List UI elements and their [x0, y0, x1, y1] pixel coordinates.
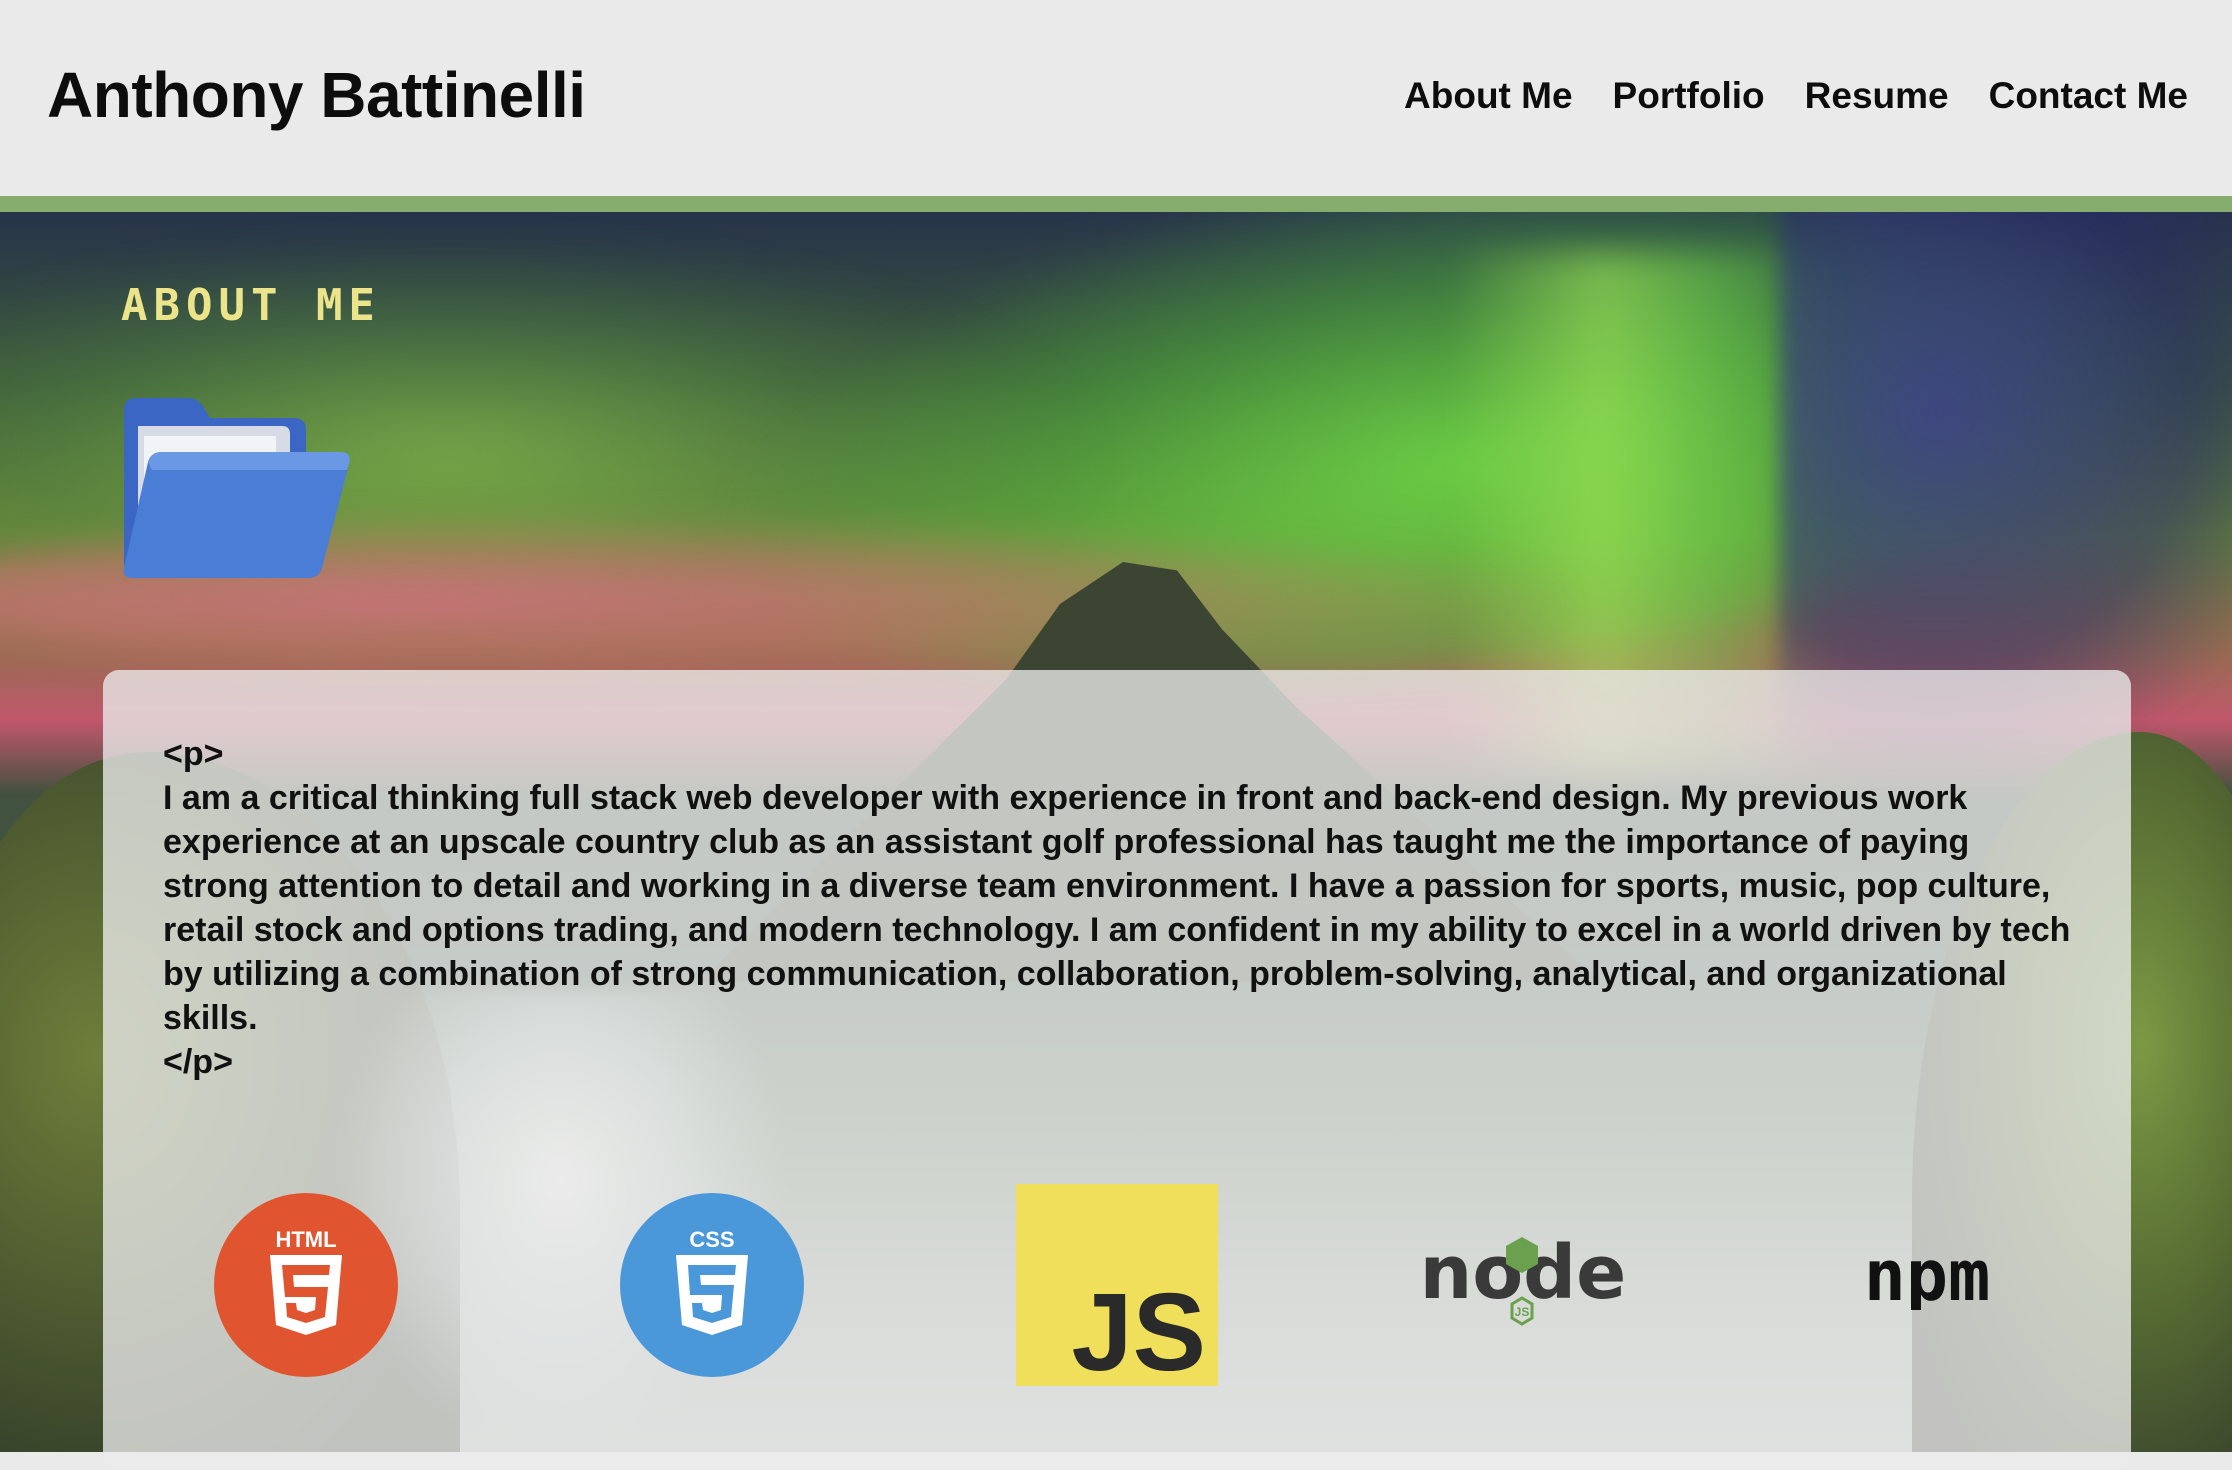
nav-portfolio[interactable]: Portfolio: [1613, 75, 1765, 117]
about-card: <p> I am a critical thinking full stack …: [103, 670, 2131, 1470]
javascript-icon: JS: [1016, 1184, 1218, 1394]
nav-resume[interactable]: Resume: [1805, 75, 1949, 117]
html5-icon: HTML: [214, 1193, 398, 1377]
about-paragraph: <p> I am a critical thinking full stack …: [163, 732, 2083, 1084]
svg-text:npm: npm: [1864, 1248, 1990, 1310]
svg-text:HTML: HTML: [275, 1227, 336, 1252]
close-p-tag: </p>: [163, 1043, 233, 1081]
site-title: Anthony Battinelli: [47, 59, 586, 131]
svg-text:JS: JS: [1071, 1271, 1206, 1386]
svg-text:CSS: CSS: [689, 1227, 734, 1252]
open-p-tag: <p>: [163, 735, 224, 773]
site-header: Anthony Battinelli About Me Portfolio Re…: [0, 0, 2232, 196]
nav-about-me[interactable]: About Me: [1404, 75, 1573, 117]
about-text: I am a critical thinking full stack web …: [163, 779, 2071, 1037]
npm-icon: npm: [1825, 1235, 2029, 1317]
nav-contact-me[interactable]: Contact Me: [1989, 75, 2188, 117]
header-divider: [0, 196, 2232, 212]
svg-text:JS: JS: [1515, 1305, 1530, 1319]
main-nav: About Me Portfolio Resume Contact Me: [1404, 75, 2188, 117]
nodejs-icon: node JS: [1418, 1218, 1628, 1348]
folder-open-icon: [118, 392, 354, 584]
section-heading: ABOUT ME: [121, 280, 381, 331]
css3-icon: CSS: [620, 1193, 804, 1377]
